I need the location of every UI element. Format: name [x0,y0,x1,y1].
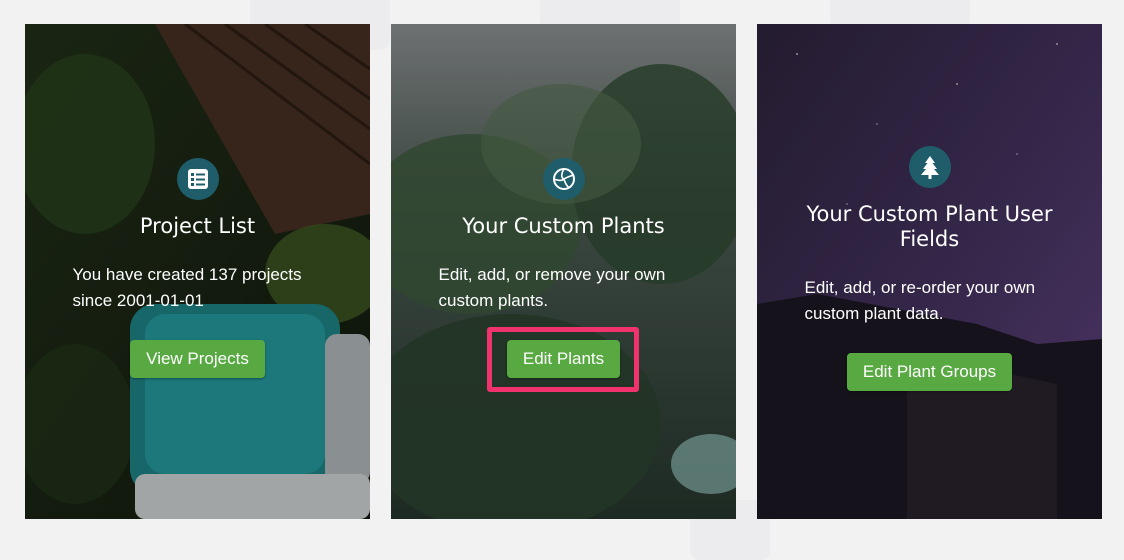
custom-plant-user-fields-card: Your Custom Plant User Fields Edit, add,… [757,24,1102,519]
plant-cell-icon [542,158,585,200]
tree-icon [908,146,951,188]
card-description: You have created 137 projects since 2001… [72,265,302,310]
edit-plants-button[interactable]: Edit Plants [506,340,621,378]
view-projects-button[interactable]: View Projects [130,340,265,378]
card-title: Your Custom Plants [462,214,665,238]
card-title: Your Custom Plant User Fields [806,202,1053,251]
project-list-card: Project List You have created 137 projec… [25,24,370,519]
list-icon [176,158,219,200]
card-title: Project List [139,214,256,238]
edit-plant-groups-button[interactable]: Edit Plant Groups [846,353,1013,391]
card-description: Edit, add, or re-order your own custom p… [804,278,1036,323]
custom-plants-card: Your Custom Plants Edit, add, or remove … [391,24,736,519]
card-description: Edit, add, or remove your own custom pla… [438,265,666,310]
